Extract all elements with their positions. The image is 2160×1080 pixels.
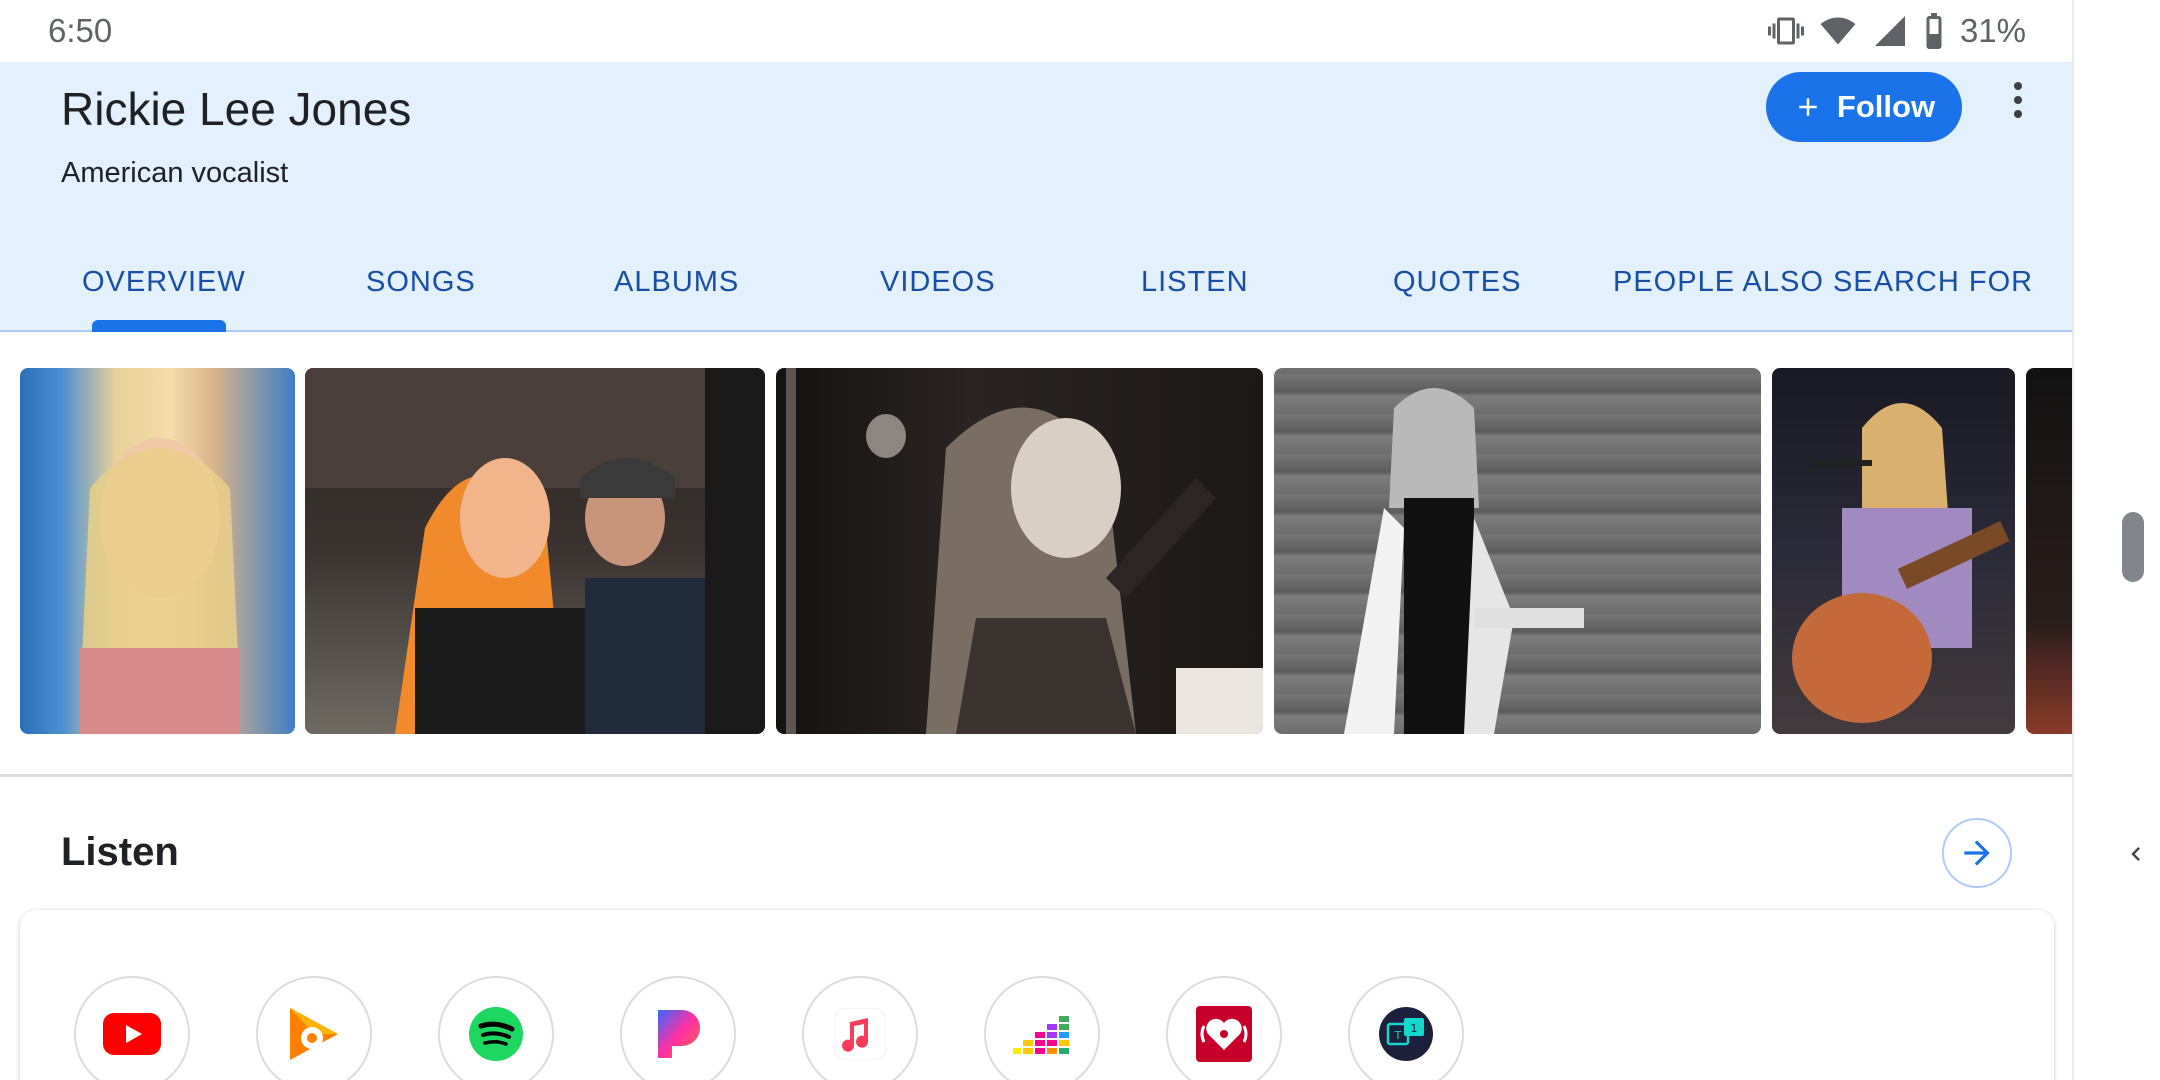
image-gallery [0, 368, 2072, 734]
spotify-icon[interactable] [438, 976, 554, 1080]
gallery-photo[interactable] [1274, 368, 1761, 734]
tab-bar: OVERVIEW SONGS ALBUMS VIDEOS LISTEN QUOT… [0, 252, 2072, 332]
status-bar: 6:50 31% [0, 0, 2072, 62]
follow-label: Follow [1836, 89, 1936, 124]
scrollbar-thumb[interactable] [2122, 512, 2144, 582]
follow-button[interactable]: Follow [1766, 72, 1962, 142]
plus-icon [1799, 98, 1817, 116]
gallery-photo[interactable] [776, 368, 1263, 734]
entity-title: Rickie Lee Jones [61, 83, 412, 135]
tab-selected-indicator [92, 320, 226, 332]
svg-text:1: 1 [1411, 1022, 1418, 1035]
side-gutter [2072, 0, 2160, 1080]
wifi-icon [1820, 17, 1856, 45]
tab-songs[interactable]: SONGS [366, 252, 476, 332]
tab-listen[interactable]: LISTEN [1141, 252, 1249, 332]
apple-music-icon[interactable] [802, 976, 918, 1080]
svg-text:T: T [1394, 1029, 1402, 1042]
main-content: 6:50 31% Rickie Lee Jones American vocal… [0, 0, 2072, 1080]
entity-header: Rickie Lee Jones American vocalist Follo… [0, 62, 2072, 332]
arrow-forward-icon [1964, 840, 1990, 866]
gallery-photo[interactable] [1772, 368, 2015, 734]
tab-albums[interactable]: ALBUMS [614, 252, 739, 332]
gallery-photo[interactable] [2026, 368, 2072, 734]
battery-percent: 31% [1959, 12, 2026, 49]
listen-providers-card: T1 [20, 910, 2054, 1080]
section-divider [0, 774, 2072, 777]
tab-people-also-search-for[interactable]: PEOPLE ALSO SEARCH FOR [1613, 252, 2033, 332]
listen-more-button[interactable] [1942, 818, 2012, 888]
status-time: 6:50 [48, 12, 113, 49]
tab-videos[interactable]: VIDEOS [880, 252, 996, 332]
gallery-photo[interactable] [305, 368, 765, 734]
tab-quotes[interactable]: QUOTES [1393, 252, 1521, 332]
youtube-icon[interactable] [74, 976, 190, 1080]
battery-icon [1926, 13, 1942, 49]
listen-section-title: Listen [61, 830, 179, 874]
gallery-photo[interactable] [20, 368, 295, 734]
google-play-music-icon[interactable] [256, 976, 372, 1080]
status-icons: 31% [1767, 12, 2026, 50]
entity-subtitle: American vocalist [61, 157, 289, 189]
screen: 6:50 31% Rickie Lee Jones American vocal… [0, 0, 2160, 1080]
deezer-icon[interactable] [984, 976, 1100, 1080]
pandora-icon[interactable] [620, 976, 736, 1080]
more-options-icon[interactable] [2000, 76, 2036, 124]
tunein-icon[interactable]: T1 [1348, 976, 1464, 1080]
signal-icon [1874, 16, 1905, 46]
iheartradio-icon[interactable] [1166, 976, 1282, 1080]
chevron-left-icon[interactable] [2122, 836, 2150, 872]
vibrate-icon [1767, 17, 1804, 45]
